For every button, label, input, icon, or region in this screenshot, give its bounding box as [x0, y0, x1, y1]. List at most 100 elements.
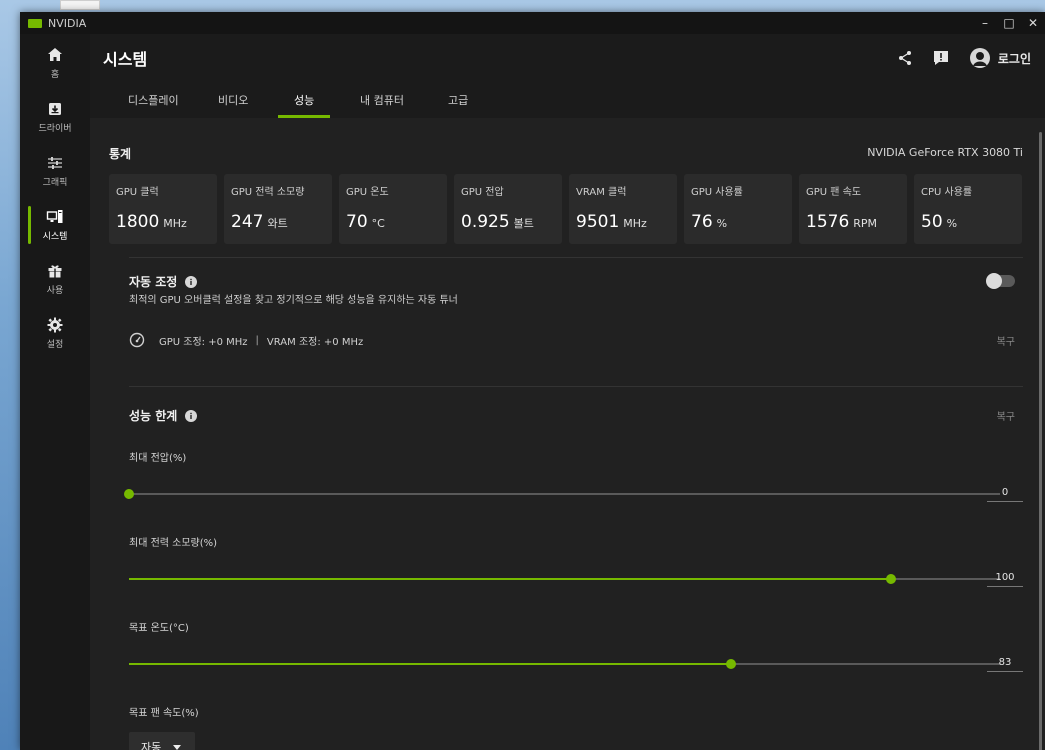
driver-download-icon [49, 103, 61, 115]
minimize-button[interactable]: – [973, 12, 997, 34]
fan-speed-selected: 자동 [141, 741, 162, 750]
window-controls: – □ ✕ [973, 12, 1045, 34]
sidebar-item-label: 홈 [50, 70, 60, 80]
stat-value: 50% [921, 212, 958, 232]
sidebar-item-home[interactable]: 홈 [20, 38, 90, 88]
slider-fill [129, 663, 731, 665]
sidebar-item-label: 사용 [46, 286, 64, 296]
stat-label: GPU 클럭 [116, 187, 159, 198]
sidebar: 홈 드라이버 그래픽 시스템 사용 설정 [20, 34, 90, 750]
slider-label-max-voltage: 최대 전압(%) [129, 453, 187, 464]
scrollbar[interactable] [1039, 132, 1042, 750]
slider-thumb[interactable] [886, 574, 897, 584]
sidebar-item-rewards[interactable]: 사용 [20, 254, 90, 304]
tab-video[interactable]: 비디오 [218, 82, 248, 118]
gift-icon [48, 265, 62, 278]
max-voltage-slider[interactable] [124, 489, 1000, 499]
divider [129, 257, 1023, 258]
auto-tune-title: 자동 조정 [129, 273, 198, 290]
slider-label-target-temp: 목표 온도(°C) [129, 623, 189, 634]
login-button[interactable]: 로그인 [969, 48, 1031, 68]
offset-separator: | [255, 334, 259, 346]
stat-label: GPU 전압 [461, 187, 504, 198]
page-header: 시스템 로그인 [90, 34, 1045, 82]
desktop-thumbnail [60, 0, 100, 10]
target-temp-value[interactable]: 83 [987, 657, 1023, 672]
maximize-button[interactable]: □ [997, 12, 1021, 34]
stats-title: 통계 [109, 147, 132, 161]
stat-card-cpu-usage: CPU 사용률 50% [914, 174, 1022, 244]
share-icon[interactable] [896, 49, 914, 67]
stat-card-vram-clock: VRAM 클럭 9501 MHz [569, 174, 677, 244]
stat-value: 0.925 볼트 [461, 212, 534, 232]
sidebar-item-label: 드라이버 [38, 124, 72, 134]
sidebar-item-system[interactable]: 시스템 [20, 200, 90, 250]
tab-bar: 디스플레이 비디오 성능 내 컴퓨터 고급 [90, 82, 1045, 118]
nvidia-logo-icon [28, 18, 42, 28]
stat-label: VRAM 클럭 [576, 187, 627, 198]
target-temp-slider[interactable] [129, 659, 1000, 669]
title-bar: NVIDIA – □ ✕ [20, 12, 1045, 34]
slider-thumb[interactable] [124, 489, 134, 499]
feedback-icon[interactable] [932, 49, 950, 67]
stat-value: 9501 MHz [576, 212, 647, 232]
stat-label: GPU 전력 소모량 [231, 187, 305, 198]
info-icon[interactable] [185, 275, 198, 288]
gpu-name: NVIDIA GeForce RTX 3080 Ti [867, 146, 1023, 159]
stat-label: GPU 온도 [346, 187, 389, 198]
avatar-icon [969, 48, 990, 68]
slider-fill [129, 578, 892, 580]
max-power-slider[interactable] [129, 574, 1000, 584]
slider-thumb[interactable] [725, 659, 736, 669]
stat-value: 1800 MHz [116, 212, 187, 232]
limits-title: 성능 한계 [129, 407, 198, 424]
login-label: 로그인 [997, 51, 1031, 66]
sidebar-item-driver[interactable]: 드라이버 [20, 92, 90, 142]
header-actions: 로그인 [878, 34, 1031, 82]
tab-my-computer[interactable]: 내 컴퓨터 [360, 82, 404, 118]
divider [129, 386, 1023, 387]
stat-card-gpu-fan: GPU 팬 속도 1576 RPM [799, 174, 907, 244]
speedometer-icon [129, 332, 145, 348]
limits-reset-button[interactable]: 복구 [997, 408, 1015, 423]
system-monitor-icon [46, 210, 63, 223]
app-window: NVIDIA – □ ✕ 홈 드라이버 그래픽 시스템 사용 설정 시스템 로그… [20, 12, 1045, 750]
fan-speed-label: 목표 팬 속도(%) [129, 708, 199, 719]
app-title: NVIDIA [48, 16, 87, 30]
sidebar-item-settings[interactable]: 설정 [20, 308, 90, 358]
auto-tune-reset-button[interactable]: 복구 [997, 333, 1015, 348]
stat-value: 76% [691, 212, 728, 232]
stat-card-gpu-power: GPU 전력 소모량 247 와트 [224, 174, 332, 244]
page-title: 시스템 [103, 50, 148, 69]
tab-display[interactable]: 디스플레이 [128, 82, 179, 118]
fan-speed-dropdown[interactable]: 자동 [129, 732, 195, 750]
close-button[interactable]: ✕ [1021, 12, 1045, 34]
sidebar-item-label: 설정 [46, 340, 64, 350]
sidebar-item-graphics[interactable]: 그래픽 [20, 146, 90, 196]
info-icon[interactable] [185, 409, 198, 422]
vram-offset: VRAM 조정: +0 MHz [266, 336, 364, 348]
stat-value: 1576 RPM [806, 212, 878, 232]
sidebar-item-label: 그래픽 [42, 178, 68, 188]
stat-label: CPU 사용률 [921, 187, 973, 198]
overclock-offsets: GPU 조정: +0 MHz | VRAM 조정: +0 MHz [129, 332, 363, 348]
tab-advanced[interactable]: 고급 [448, 82, 468, 118]
slider-label-max-power: 최대 전력 소모량(%) [129, 538, 218, 549]
main-content: 디스플레이 비디오 성능 내 컴퓨터 고급 통계 NVIDIA GeForce … [90, 82, 1045, 750]
gear-icon [47, 317, 63, 333]
graphics-sliders-icon [48, 157, 62, 169]
stat-card-gpu-temp: GPU 온도 70 °C [339, 174, 447, 244]
max-voltage-value[interactable]: 0 [987, 487, 1023, 502]
auto-tune-toggle[interactable] [986, 273, 1015, 289]
gpu-offset: GPU 조정: +0 MHz [159, 336, 248, 348]
chevron-down-icon [173, 744, 182, 750]
stat-label: GPU 사용률 [691, 187, 743, 198]
auto-tune-description: 최적의 GPU 오버클럭 설정을 찾고 정기적으로 해당 성능을 유지하는 자동… [129, 295, 458, 306]
stat-card-gpu-voltage: GPU 전압 0.925 볼트 [454, 174, 562, 244]
max-power-value[interactable]: 100 [987, 572, 1023, 587]
stat-card-gpu-usage: GPU 사용률 76% [684, 174, 792, 244]
home-icon [48, 48, 62, 61]
stat-card-gpu-clock: GPU 클럭 1800 MHz [109, 174, 217, 244]
tab-performance[interactable]: 성능 [277, 82, 331, 118]
stat-label: GPU 팬 속도 [806, 187, 862, 198]
